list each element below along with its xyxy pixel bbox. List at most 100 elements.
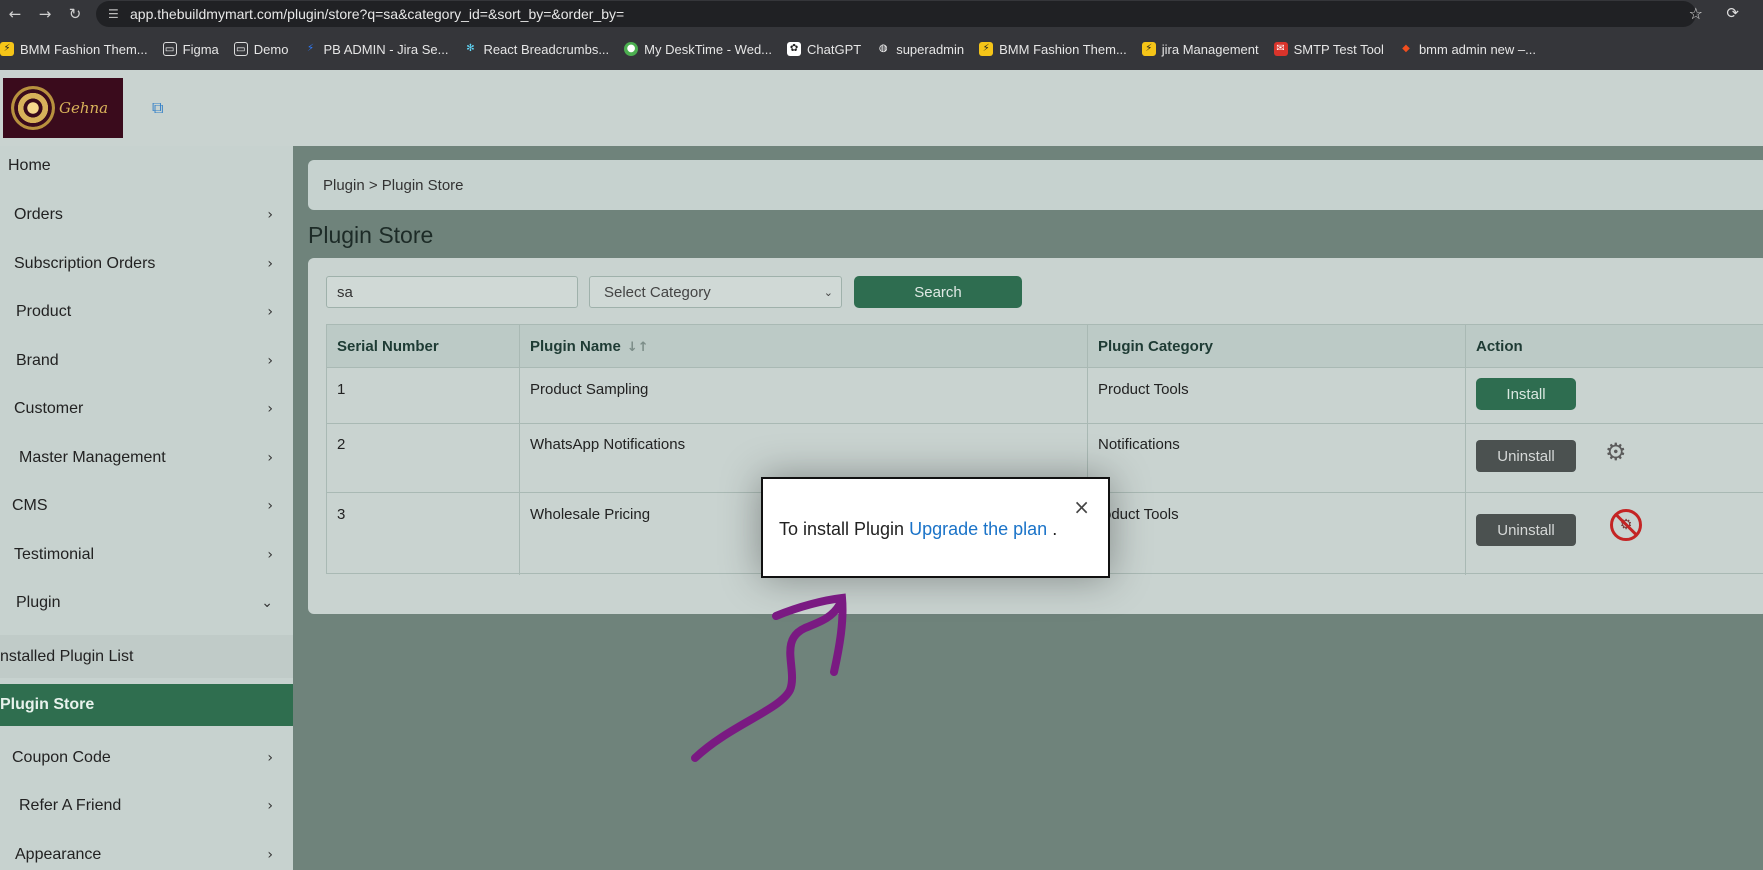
sidebar-item-orders[interactable]: Orders › bbox=[0, 195, 293, 235]
sidebar-item-label: Refer A Friend bbox=[19, 797, 122, 814]
search-input-value: sa bbox=[337, 283, 353, 301]
brand-logo[interactable]: Gehna bbox=[3, 78, 123, 138]
browser-toolbar: ← → ↻ ☰ app.thebuildmymart.com/plugin/st… bbox=[0, 0, 1763, 28]
react-icon: ✻ bbox=[466, 43, 475, 54]
folder-icon: ▭ bbox=[162, 42, 177, 56]
settings-disabled-icon: ⚙ bbox=[1610, 509, 1642, 541]
folder-icon: ▭ bbox=[233, 42, 248, 56]
modal-suffix: . bbox=[1052, 519, 1058, 539]
column-divider bbox=[1465, 325, 1466, 575]
sidebar-item-coupon-code[interactable]: Coupon Code › bbox=[0, 738, 293, 778]
chevron-right-icon: › bbox=[267, 847, 273, 863]
site-settings-icon[interactable]: ☰ bbox=[108, 7, 130, 21]
install-button[interactable]: Install bbox=[1476, 378, 1576, 410]
bookmark-item[interactable]: ⚡ PB ADMIN - Jira Se... bbox=[303, 42, 449, 57]
header-plugin-name-label: Plugin Name bbox=[530, 338, 621, 355]
bookmark-label: SMTP Test Tool bbox=[1293, 41, 1384, 57]
row2-plugin-name: WhatsApp Notifications bbox=[530, 436, 686, 453]
address-bar[interactable]: ☰ app.thebuildmymart.com/plugin/store?q=… bbox=[96, 1, 1696, 27]
bookmark-item[interactable]: ✻ React Breadcrumbs... bbox=[463, 42, 609, 57]
header-plugin-category: Plugin Category bbox=[1098, 338, 1214, 355]
figma-icon: ◆ bbox=[1402, 43, 1410, 54]
sort-icon[interactable]: ↓↑ bbox=[627, 340, 649, 355]
sidebar-item-label: Home bbox=[8, 157, 51, 174]
sidebar-item-home[interactable]: Home bbox=[0, 146, 293, 186]
bookmark-star-icon[interactable]: ☆ bbox=[1689, 4, 1703, 23]
row1-plugin-name: Product Sampling bbox=[530, 381, 649, 398]
annotation-arrow-icon bbox=[691, 593, 847, 762]
chevron-right-icon: › bbox=[267, 207, 273, 223]
gear-icon: ⚙ bbox=[1619, 517, 1633, 533]
sidebar-item-plugin-store[interactable]: Plugin Store bbox=[0, 684, 293, 726]
chevron-right-icon: › bbox=[267, 798, 273, 814]
sidebar-item-customer[interactable]: Customer › bbox=[0, 389, 293, 429]
sidebar-item-plugin[interactable]: Plugin ⌄ bbox=[0, 583, 293, 623]
bookmark-item[interactable]: ✉ SMTP Test Tool bbox=[1273, 41, 1384, 57]
sidebar-item-refer-a-friend[interactable]: Refer A Friend › bbox=[0, 786, 293, 826]
search-input[interactable]: sa bbox=[326, 276, 578, 308]
uninstall-button[interactable]: Uninstall bbox=[1476, 440, 1576, 472]
modal-text: To install Plugin bbox=[779, 519, 905, 539]
chevron-right-icon: › bbox=[267, 256, 273, 272]
upgrade-plan-link[interactable]: Upgrade the plan bbox=[909, 519, 1047, 539]
sidebar-item-appearance[interactable]: Appearance › bbox=[0, 835, 293, 870]
page-title: Plugin Store bbox=[308, 222, 434, 248]
bookmark-item[interactable]: ◆ bmm admin new –... bbox=[1399, 42, 1536, 57]
chevron-right-icon: › bbox=[267, 401, 273, 417]
search-button[interactable]: Search bbox=[854, 276, 1022, 308]
uninstall-button[interactable]: Uninstall bbox=[1476, 514, 1576, 546]
row2-category: Notifications bbox=[1098, 436, 1180, 453]
bookmark-label: bmm admin new –... bbox=[1418, 41, 1536, 57]
bookmark-item[interactable]: ⚡ jira Management bbox=[1141, 42, 1259, 57]
external-link-icon[interactable]: ⧉ bbox=[152, 98, 163, 118]
bookmark-item[interactable]: ⚡ BMM Fashion Them... bbox=[0, 42, 148, 57]
row3-serial: 3 bbox=[337, 506, 346, 523]
breadcrumb-text[interactable]: Plugin > Plugin Store bbox=[323, 177, 464, 194]
jira-icon: ⚡ bbox=[306, 43, 314, 54]
back-icon[interactable]: ← bbox=[0, 0, 30, 28]
chevron-down-icon: ⌄ bbox=[823, 285, 833, 299]
extension-icon[interactable]: ⟳ bbox=[1726, 4, 1739, 22]
chevron-down-icon: ⌄ bbox=[261, 595, 273, 611]
sidebar: Home Orders › Subscription Orders › Produc… bbox=[0, 146, 293, 870]
close-icon[interactable]: × bbox=[1073, 495, 1090, 519]
mandala-icon bbox=[11, 86, 55, 130]
sidebar-item-label: Coupon Code bbox=[12, 749, 111, 766]
sidebar-item-testimonial[interactable]: Testimonial › bbox=[0, 535, 293, 575]
bookmark-item[interactable]: ⚡ BMM Fashion Them... bbox=[979, 42, 1127, 57]
sidebar-item-product[interactable]: Product › bbox=[0, 292, 293, 332]
smtp-icon: ✉ bbox=[1273, 42, 1288, 56]
bookmark-item[interactable]: ▭ Demo bbox=[233, 41, 289, 57]
column-divider bbox=[519, 325, 520, 575]
modal-message: To install Plugin Upgrade the plan . bbox=[779, 519, 1057, 540]
sidebar-item-brand[interactable]: Brand › bbox=[0, 341, 293, 381]
row3-plugin-name: Wholesale Pricing bbox=[530, 506, 651, 523]
row1-serial: 1 bbox=[337, 381, 346, 398]
sidebar-item-label: Subscription Orders bbox=[14, 255, 156, 272]
chevron-right-icon: › bbox=[267, 498, 273, 514]
bookmark-item[interactable]: ◍ superadmin bbox=[876, 42, 964, 57]
sidebar-item-installed-plugin-list[interactable]: nstalled Plugin List bbox=[0, 635, 293, 678]
sidebar-item-subscription-orders[interactable]: Subscription Orders › bbox=[0, 244, 293, 284]
bookmark-item[interactable]: ▭ Figma bbox=[162, 42, 219, 57]
chevron-right-icon: › bbox=[267, 304, 273, 320]
gear-icon[interactable]: ⚙ bbox=[1605, 438, 1627, 466]
bookmark-label: My DeskTime - Wed... bbox=[644, 41, 773, 57]
sidebar-item-label: Master Management bbox=[19, 449, 166, 466]
bookmark-label: ChatGPT bbox=[807, 41, 862, 57]
header-plugin-name[interactable]: Plugin Name ↓↑ bbox=[530, 338, 649, 355]
sidebar-item-master-management[interactable]: Master Management › bbox=[0, 438, 293, 478]
reload-icon[interactable]: ↻ bbox=[60, 0, 90, 28]
forward-icon[interactable]: → bbox=[30, 0, 60, 28]
bookmark-label: Demo bbox=[253, 41, 289, 57]
sidebar-item-label: Brand bbox=[16, 352, 59, 369]
bolt-icon: ⚡ bbox=[979, 42, 994, 56]
globe-icon: ◍ bbox=[878, 43, 888, 54]
bookmark-item[interactable]: ✿ ChatGPT bbox=[787, 42, 861, 57]
sidebar-item-label: Plugin Store bbox=[0, 696, 95, 713]
header-serial-number: Serial Number bbox=[337, 338, 439, 355]
category-select[interactable]: Select Category ⌄ bbox=[589, 276, 842, 308]
sidebar-item-cms[interactable]: CMS › bbox=[0, 486, 293, 526]
row3-category: roduct Tools bbox=[1098, 506, 1179, 523]
bookmark-item[interactable]: ● My DeskTime - Wed... bbox=[624, 42, 772, 57]
